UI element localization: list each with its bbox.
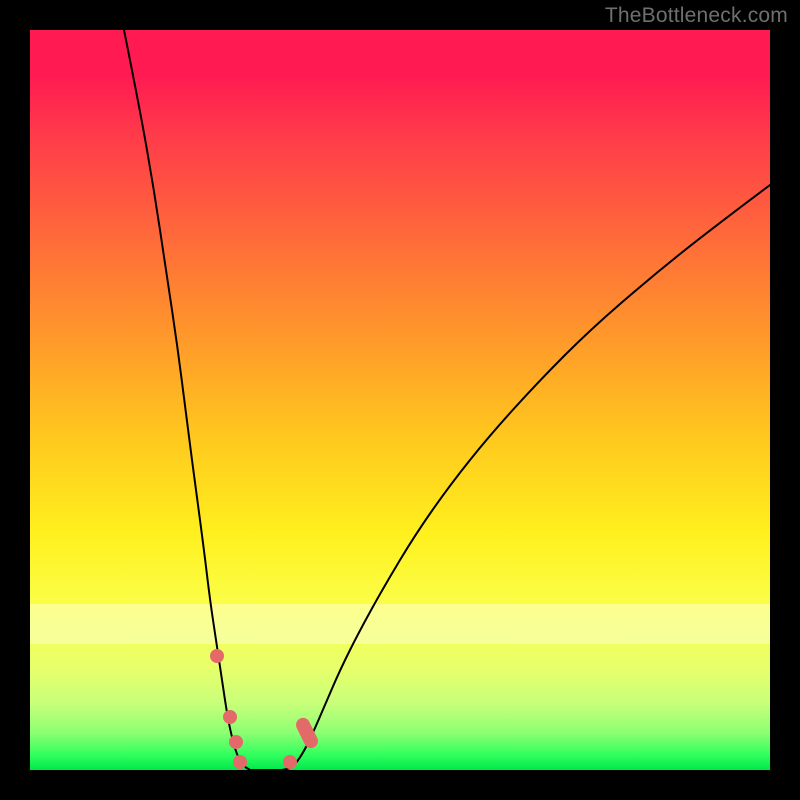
plot-area [30, 30, 770, 770]
data-point-marker [223, 710, 237, 724]
data-point-marker [283, 755, 297, 769]
data-point-marker [229, 735, 243, 749]
right-curve [282, 185, 770, 770]
left-curve [124, 30, 250, 770]
watermark-text: TheBottleneck.com [605, 4, 788, 28]
curve-layer [30, 30, 770, 770]
data-point-capsule [294, 716, 321, 751]
data-point-marker [233, 755, 247, 769]
chart-stage: TheBottleneck.com [0, 0, 800, 800]
data-point-marker [210, 649, 224, 663]
